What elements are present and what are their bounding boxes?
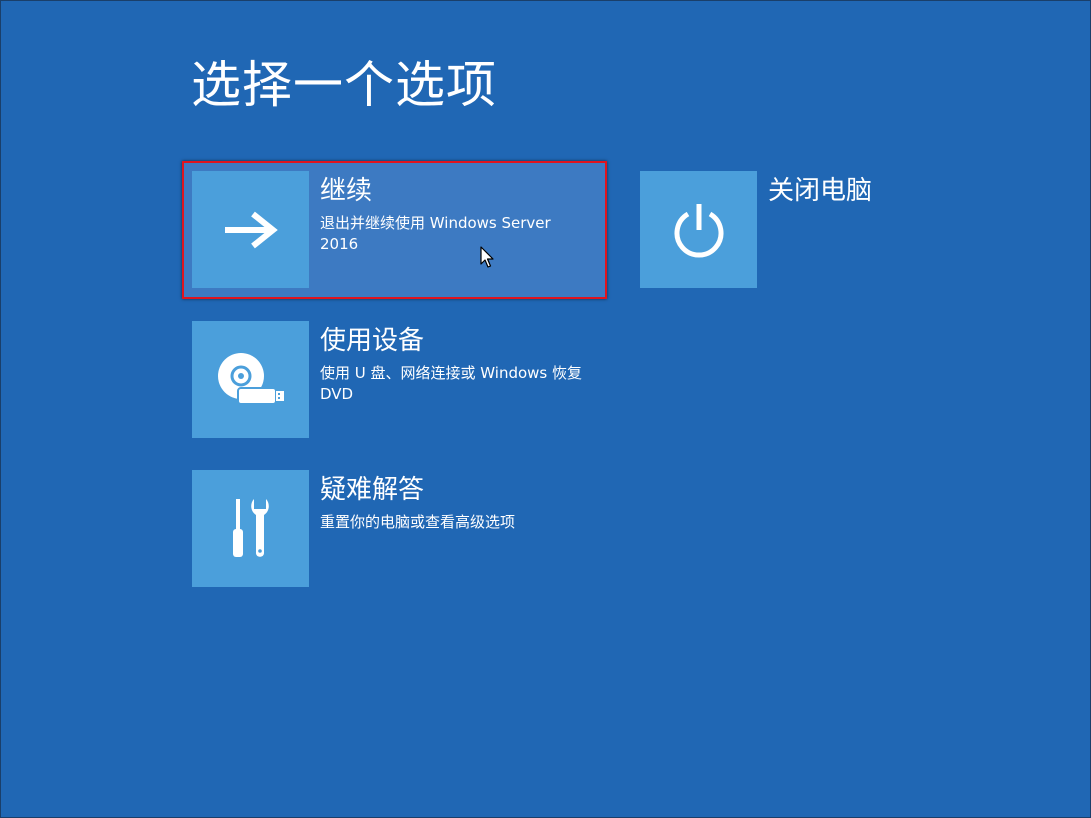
option-continue[interactable]: 继续 退出并继续使用 Windows Server 2016 bbox=[192, 171, 602, 288]
option-shutdown[interactable]: 关闭电脑 bbox=[640, 171, 940, 288]
disc-usb-icon bbox=[217, 352, 284, 405]
option-use-device[interactable]: 使用设备 使用 U 盘、网络连接或 Windows 恢复 DVD bbox=[192, 321, 602, 438]
tools-icon bbox=[232, 498, 269, 557]
option-troubleshoot-tile[interactable] bbox=[192, 470, 309, 587]
option-troubleshoot[interactable]: 疑难解答 重置你的电脑或查看高级选项 bbox=[192, 470, 602, 587]
option-continue-description: 退出并继续使用 Windows Server 2016 bbox=[320, 214, 551, 253]
option-use-device-title: 使用设备 bbox=[320, 326, 425, 356]
power-icon bbox=[674, 203, 723, 258]
option-troubleshoot-description: 重置你的电脑或查看高级选项 bbox=[320, 513, 516, 531]
mouse-cursor-icon bbox=[480, 246, 494, 268]
page-title: 选择一个选项 bbox=[191, 56, 497, 114]
option-shutdown-tile[interactable] bbox=[640, 171, 757, 288]
option-shutdown-title: 关闭电脑 bbox=[768, 176, 873, 206]
option-troubleshoot-title: 疑难解答 bbox=[320, 475, 425, 505]
option-continue-tile[interactable] bbox=[192, 171, 309, 288]
arrow-right-icon bbox=[224, 211, 278, 248]
option-use-device-description: 使用 U 盘、网络连接或 Windows 恢复 DVD bbox=[320, 364, 583, 403]
option-use-device-tile[interactable] bbox=[192, 321, 309, 438]
option-continue-title: 继续 bbox=[320, 176, 373, 206]
